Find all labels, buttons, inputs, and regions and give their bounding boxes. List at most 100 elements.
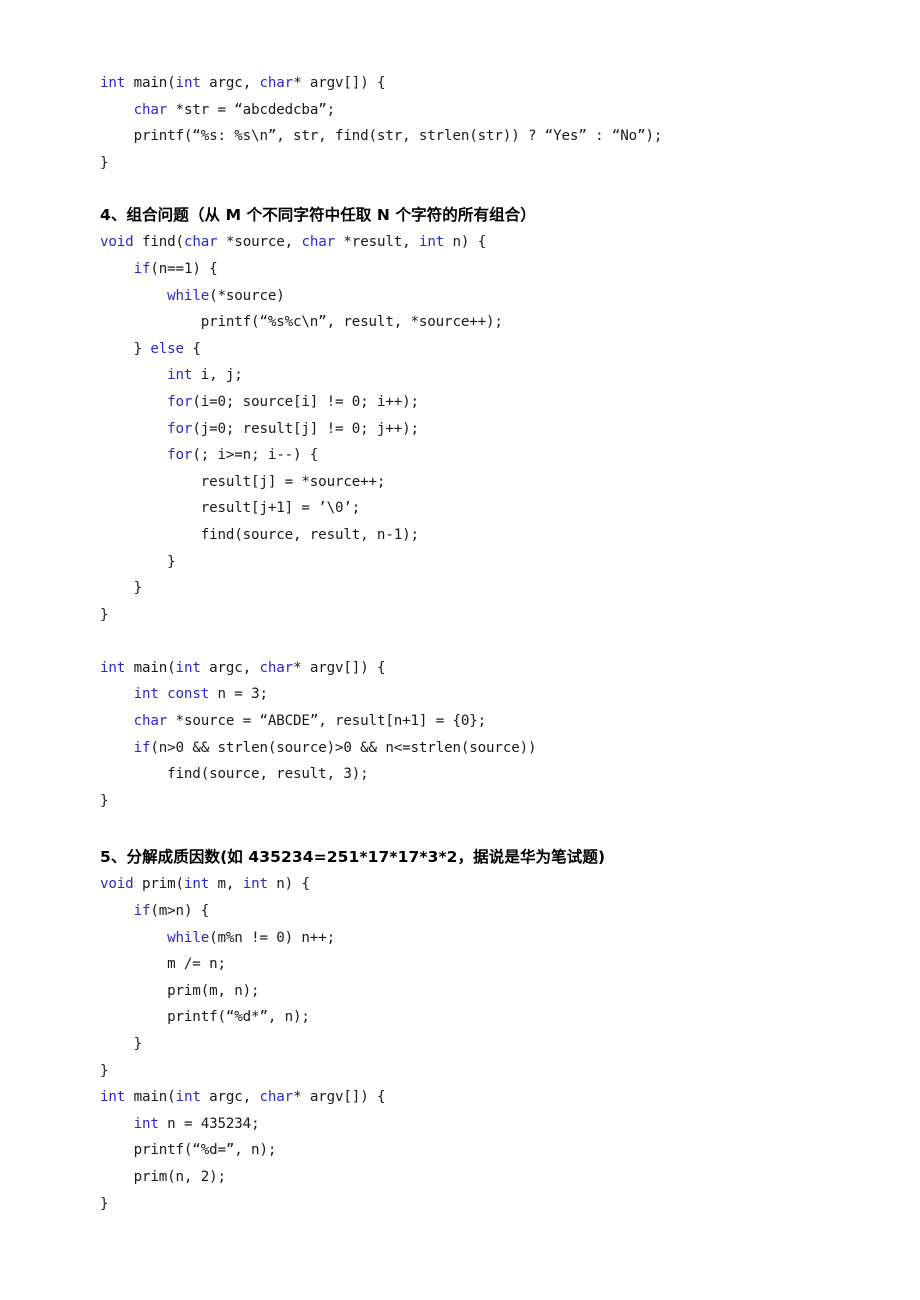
code-line: if(n==1) {	[100, 256, 820, 283]
code-text: printf(“%d*”, n);	[100, 1009, 310, 1026]
code-text: main(	[125, 659, 176, 676]
code-line: }	[100, 575, 820, 602]
code-line: }	[100, 549, 820, 576]
code-keyword: void	[100, 876, 134, 893]
code-keyword: if	[133, 739, 151, 756]
code-keyword: int	[100, 1089, 126, 1106]
code-text: result[j+1] = ’\0’;	[100, 500, 361, 517]
code-text: }	[100, 340, 151, 357]
code-text: }	[100, 553, 176, 570]
code-text: }	[100, 154, 109, 171]
code-keyword: char	[133, 101, 168, 118]
code-keyword: for	[167, 447, 193, 464]
code-keyword: int	[167, 367, 193, 384]
code-text: argc,	[200, 1089, 260, 1106]
code-line: }	[100, 602, 820, 629]
code-line: result[j+1] = ’\0’;	[100, 495, 820, 522]
code-text: * argv[]) {	[293, 659, 386, 676]
code-keyword: for	[167, 393, 193, 410]
code-keyword: int	[183, 876, 210, 893]
code-text: find(	[133, 234, 184, 251]
code-line: for(i=0; source[i] != 0; i++);	[100, 389, 820, 416]
code-text: prim(	[133, 876, 184, 893]
code-keyword: int const	[133, 686, 210, 703]
code-text: *result,	[335, 234, 419, 251]
code-line: }	[100, 788, 820, 815]
code-text: * argv[]) {	[293, 75, 386, 91]
code-keyword: char	[259, 75, 294, 91]
code-text: printf(“%d=”, n);	[100, 1142, 277, 1159]
code-keyword: int	[418, 234, 445, 251]
code-line: printf(“%d=”, n);	[100, 1137, 820, 1164]
code-text: }	[100, 1195, 109, 1212]
code-line: } else {	[100, 336, 820, 363]
code-text: m /= n;	[100, 956, 226, 973]
code-text: (n==1) {	[150, 260, 218, 277]
code-line: for(j=0; result[j] != 0; j++);	[100, 416, 820, 443]
code-text: printf(“%s%c\n”, result, *source++);	[100, 314, 503, 331]
code-text: find(source, result, 3);	[100, 766, 369, 783]
code-text: prim(m, n);	[100, 982, 260, 999]
section-heading-5: 5、分解成质因数(如 435234=251*17*17*3*2，据说是华为笔试题…	[100, 848, 606, 867]
code-keyword: int	[242, 876, 268, 893]
code-text: *str = “abcdedcba”;	[167, 101, 336, 118]
document-page: int main(int argc, char* argv[]) { char …	[0, 0, 920, 1300]
code-line: int n = 435234;	[100, 1111, 820, 1138]
code-listing-section-3-tail: int main(int argc, char* argv[]) { char …	[100, 70, 820, 176]
code-keyword: if	[133, 260, 151, 277]
code-text: }	[100, 792, 109, 809]
code-line: int main(int argc, char* argv[]) {	[100, 1084, 820, 1111]
code-keyword: for	[167, 420, 193, 437]
code-line: for(; i>=n; i--) {	[100, 442, 820, 469]
document-body: int main(int argc, char* argv[]) { char …	[100, 70, 820, 1217]
code-line: while(m%n != 0) n++;	[100, 925, 820, 952]
code-line: }	[100, 150, 820, 177]
code-text: n = 435234;	[158, 1115, 260, 1132]
code-line: result[j] = *source++;	[100, 469, 820, 496]
code-line: char *source = “ABCDE”, result[n+1] = {0…	[100, 708, 820, 735]
code-line: }	[100, 1031, 820, 1058]
code-line: find(source, result, 3);	[100, 761, 820, 788]
code-line: int const n = 3;	[100, 681, 820, 708]
code-keyword: char	[183, 234, 218, 251]
code-text: n) {	[267, 876, 310, 893]
code-keyword: int	[175, 659, 201, 676]
code-text: *source,	[217, 234, 302, 251]
code-keyword: while	[167, 287, 210, 304]
code-text: (*source)	[209, 287, 285, 304]
section-heading-4: 4、组合问题（从 M 个不同字符中任取 N 个字符的所有组合）	[100, 206, 536, 225]
code-text: printf(“%s: %s\n”, str, find(str, strlen…	[100, 128, 663, 145]
code-text: prim(n, 2);	[100, 1168, 226, 1185]
code-keyword: if	[133, 903, 151, 920]
code-listing-section-4: void find(char *source, char *result, in…	[100, 229, 820, 814]
code-line: if(n>0 && strlen(source)>0 && n<=strlen(…	[100, 735, 820, 762]
code-line: if(m>n) {	[100, 898, 820, 925]
code-text: {	[183, 340, 201, 357]
code-keyword: char	[259, 1089, 294, 1106]
code-text: i, j;	[192, 367, 243, 384]
code-text: }	[100, 1036, 143, 1052]
code-text: }	[100, 1062, 109, 1079]
code-line: printf(“%s: %s\n”, str, find(str, strlen…	[100, 123, 820, 150]
code-line: void find(char *source, char *result, in…	[100, 229, 820, 256]
code-line: printf(“%d*”, n);	[100, 1004, 820, 1031]
code-line: prim(n, 2);	[100, 1164, 820, 1191]
code-text: (; i>=n; i--) {	[192, 447, 319, 464]
code-keyword: int	[175, 75, 201, 91]
code-text: argc,	[200, 75, 260, 91]
code-keyword: char	[133, 713, 168, 730]
code-keyword: void	[100, 234, 134, 251]
code-text: (j=0; result[j] != 0; j++);	[192, 420, 419, 437]
code-text: result[j] = *source++;	[100, 473, 386, 490]
code-line: find(source, result, n-1);	[100, 522, 820, 549]
